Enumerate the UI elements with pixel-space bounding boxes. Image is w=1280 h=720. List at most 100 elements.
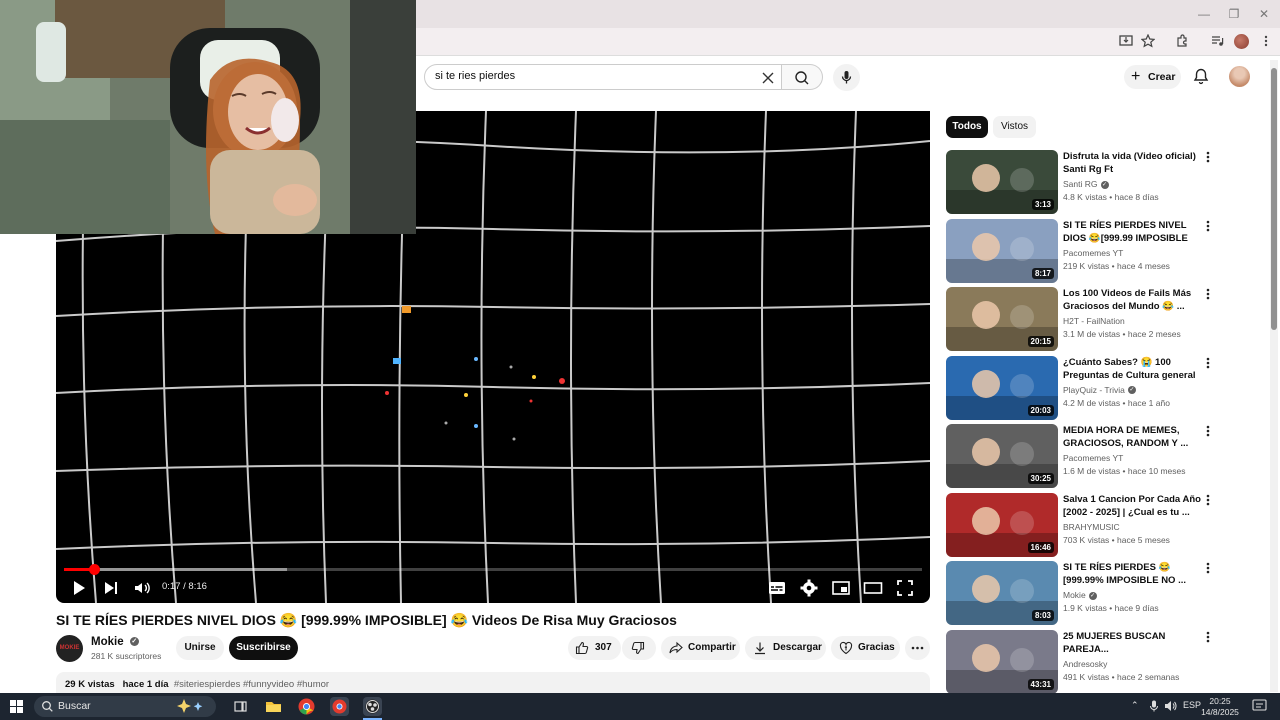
more-actions-button[interactable]: [905, 636, 930, 660]
theater-mode-button[interactable]: [862, 577, 884, 599]
recommendation-channel[interactable]: Pacomemes YT: [1063, 248, 1123, 258]
browser-profile-avatar[interactable]: [1234, 34, 1249, 49]
recommendation-thumbnail[interactable]: 43:31: [946, 629, 1058, 694]
scrollbar-thumb[interactable]: [1271, 68, 1277, 330]
extensions-icon[interactable]: [1174, 34, 1190, 50]
recommendation-item[interactable]: 43:31 25 MUJERES BUSCAN PAREJA... Andresos…: [946, 629, 1218, 694]
recommendation-thumbnail[interactable]: 8:17: [946, 218, 1058, 283]
recommendation-thumbnail[interactable]: 8:03: [946, 561, 1058, 625]
more-vertical-icon[interactable]: [1202, 630, 1214, 644]
progress-scrubber[interactable]: [89, 564, 101, 575]
verified-icon: ✓: [1100, 180, 1109, 189]
windows-start-icon[interactable]: [10, 700, 23, 713]
recommendation-item[interactable]: 20:15 Los 100 Videos de Fails Más Gracios…: [946, 287, 1218, 351]
recommendation-channel[interactable]: PlayQuiz - Trivia ✓: [1063, 385, 1136, 395]
channel-name-link[interactable]: Mokie ✓: [91, 636, 139, 648]
download-button[interactable]: Descargar: [745, 636, 826, 660]
tray-overflow-icon[interactable]: ⌃: [1131, 700, 1139, 711]
share-button[interactable]: Compartir: [661, 636, 740, 660]
recommendation-thumbnail[interactable]: 3:13: [946, 150, 1058, 214]
recommendation-channel-name: Pacomemes YT: [1063, 453, 1124, 463]
more-vertical-icon[interactable]: [1202, 561, 1214, 575]
media-controls-icon[interactable]: [1209, 34, 1225, 50]
recommendation-channel[interactable]: Mokie ✓: [1063, 590, 1097, 600]
subscribe-button[interactable]: Suscribirse: [229, 636, 298, 660]
description-box[interactable]: 29 K vistas hace 1 día #siteriespierdes …: [56, 672, 930, 694]
clear-search-icon[interactable]: [761, 67, 775, 90]
dislike-button[interactable]: [622, 636, 656, 660]
browser-menu-icon[interactable]: [1258, 34, 1274, 50]
recommendation-channel[interactable]: BRAHYMUSIC: [1063, 522, 1120, 532]
recommendation-thumbnail[interactable]: 16:46: [946, 492, 1058, 557]
recommendation-channel[interactable]: Andresosky: [1063, 659, 1107, 669]
restore-button[interactable]: ❐: [1226, 6, 1242, 22]
recommendation-item[interactable]: 16:46 Salva 1 Cancion Por Cada Año [2002 …: [946, 492, 1218, 557]
create-button[interactable]: + Crear: [1124, 65, 1181, 89]
notifications-icon[interactable]: [1252, 699, 1267, 715]
chrome-icon[interactable]: [297, 697, 316, 716]
recommendation-thumbnail[interactable]: 20:15: [946, 287, 1058, 351]
miniplayer-button[interactable]: [830, 577, 852, 599]
voice-search-button[interactable]: [833, 64, 860, 91]
play-button[interactable]: [68, 577, 90, 599]
search-button[interactable]: [782, 64, 823, 90]
like-button[interactable]: 307: [568, 636, 621, 660]
join-button[interactable]: Unirse: [176, 636, 224, 660]
chip-todos[interactable]: Todos: [946, 116, 988, 138]
account-avatar[interactable]: [1229, 66, 1250, 87]
recommendation-title[interactable]: Salva 1 Cancion Por Cada Año [2002 - 202…: [1063, 493, 1201, 519]
install-app-icon[interactable]: [1118, 34, 1134, 50]
recommendation-title[interactable]: ¿Cuánto Sabes? 😭 100 Preguntas de Cultur…: [1063, 356, 1201, 382]
more-vertical-icon[interactable]: [1202, 424, 1214, 438]
recommendation-thumbnail[interactable]: 20:03: [946, 355, 1058, 420]
channel-avatar[interactable]: MOKIE: [56, 635, 83, 662]
progress-bar[interactable]: [64, 564, 922, 575]
recommendation-title[interactable]: 25 MUJERES BUSCAN PAREJA...: [1063, 630, 1201, 656]
recommendation-channel[interactable]: Santi RG ✓: [1063, 179, 1109, 189]
recommendation-title[interactable]: Disfruta la vida (Video oficial) Santi R…: [1063, 150, 1201, 176]
recommendation-title[interactable]: SI TE RÍES PIERDES 😂 [999.99% IMPOSIBLE …: [1063, 561, 1201, 587]
thanks-button[interactable]: Gracias: [831, 636, 900, 660]
fullscreen-button[interactable]: [894, 577, 916, 599]
chrome-profile-icon[interactable]: [330, 697, 349, 716]
taskbar-search[interactable]: Buscar: [34, 696, 216, 717]
notifications-bell-icon[interactable]: [1192, 67, 1210, 85]
recommendation-channel[interactable]: H2T - FailNation: [1063, 316, 1125, 326]
channel-name: Mokie: [91, 636, 124, 648]
task-view-icon[interactable]: [231, 697, 250, 716]
search-query-text: si te ries pierdes: [435, 70, 516, 82]
recommendation-title[interactable]: MEDIA HORA DE MEMES, GRACIOSOS, RANDOM Y…: [1063, 424, 1201, 450]
recommendation-title[interactable]: Los 100 Videos de Fails Más Graciosos de…: [1063, 287, 1201, 313]
chip-vistos[interactable]: Vistos: [993, 116, 1036, 138]
recommendation-item[interactable]: 20:03 ¿Cuánto Sabes? 😭 100 Preguntas de C…: [946, 355, 1218, 420]
recommendation-meta: 3.1 M de vistas • hace 2 meses: [1063, 329, 1181, 339]
more-vertical-icon[interactable]: [1202, 287, 1214, 301]
recommendation-item[interactable]: 30:25 MEDIA HORA DE MEMES, GRACIOSOS, RAN…: [946, 424, 1218, 488]
volume-tray-icon[interactable]: [1164, 700, 1177, 714]
recommendation-thumbnail[interactable]: 30:25: [946, 424, 1058, 488]
search-input[interactable]: si te ries pierdes: [424, 64, 782, 90]
bookmark-star-icon[interactable]: [1140, 33, 1156, 50]
microphone-tray-icon[interactable]: [1149, 700, 1159, 714]
close-window-button[interactable]: ✕: [1256, 6, 1272, 22]
more-vertical-icon[interactable]: [1202, 150, 1214, 164]
page-scrollbar[interactable]: [1270, 60, 1278, 692]
more-vertical-icon[interactable]: [1202, 356, 1214, 370]
recommendation-item[interactable]: 8:03 SI TE RÍES PIERDES 😂 [999.99% IMPOSI…: [946, 561, 1218, 625]
hashtags[interactable]: #siteriespierdes #funnyvideo #humor: [174, 679, 329, 690]
recommendation-item[interactable]: 3:13 Disfruta la vida (Video oficial) San…: [946, 150, 1218, 214]
volume-button[interactable]: [131, 577, 153, 599]
file-explorer-icon[interactable]: [264, 697, 283, 716]
taskbar-clock[interactable]: 20:25 14/8/2025: [1196, 696, 1244, 718]
recommendation-channel[interactable]: Pacomemes YT: [1063, 453, 1123, 463]
recommendation-title[interactable]: SI TE RÍES PIERDES NIVEL DIOS 😂[999.99 I…: [1063, 219, 1201, 245]
recommendation-item[interactable]: 8:17 SI TE RÍES PIERDES NIVEL DIOS 😂[999.…: [946, 218, 1218, 283]
more-vertical-icon[interactable]: [1202, 493, 1214, 507]
more-vertical-icon[interactable]: [1202, 219, 1214, 233]
obs-icon[interactable]: [363, 697, 382, 716]
share-label: Compartir: [688, 642, 736, 653]
next-button[interactable]: [100, 577, 122, 599]
settings-button[interactable]: [798, 577, 820, 599]
subtitles-button[interactable]: [766, 577, 788, 599]
minimize-button[interactable]: —: [1196, 6, 1212, 22]
